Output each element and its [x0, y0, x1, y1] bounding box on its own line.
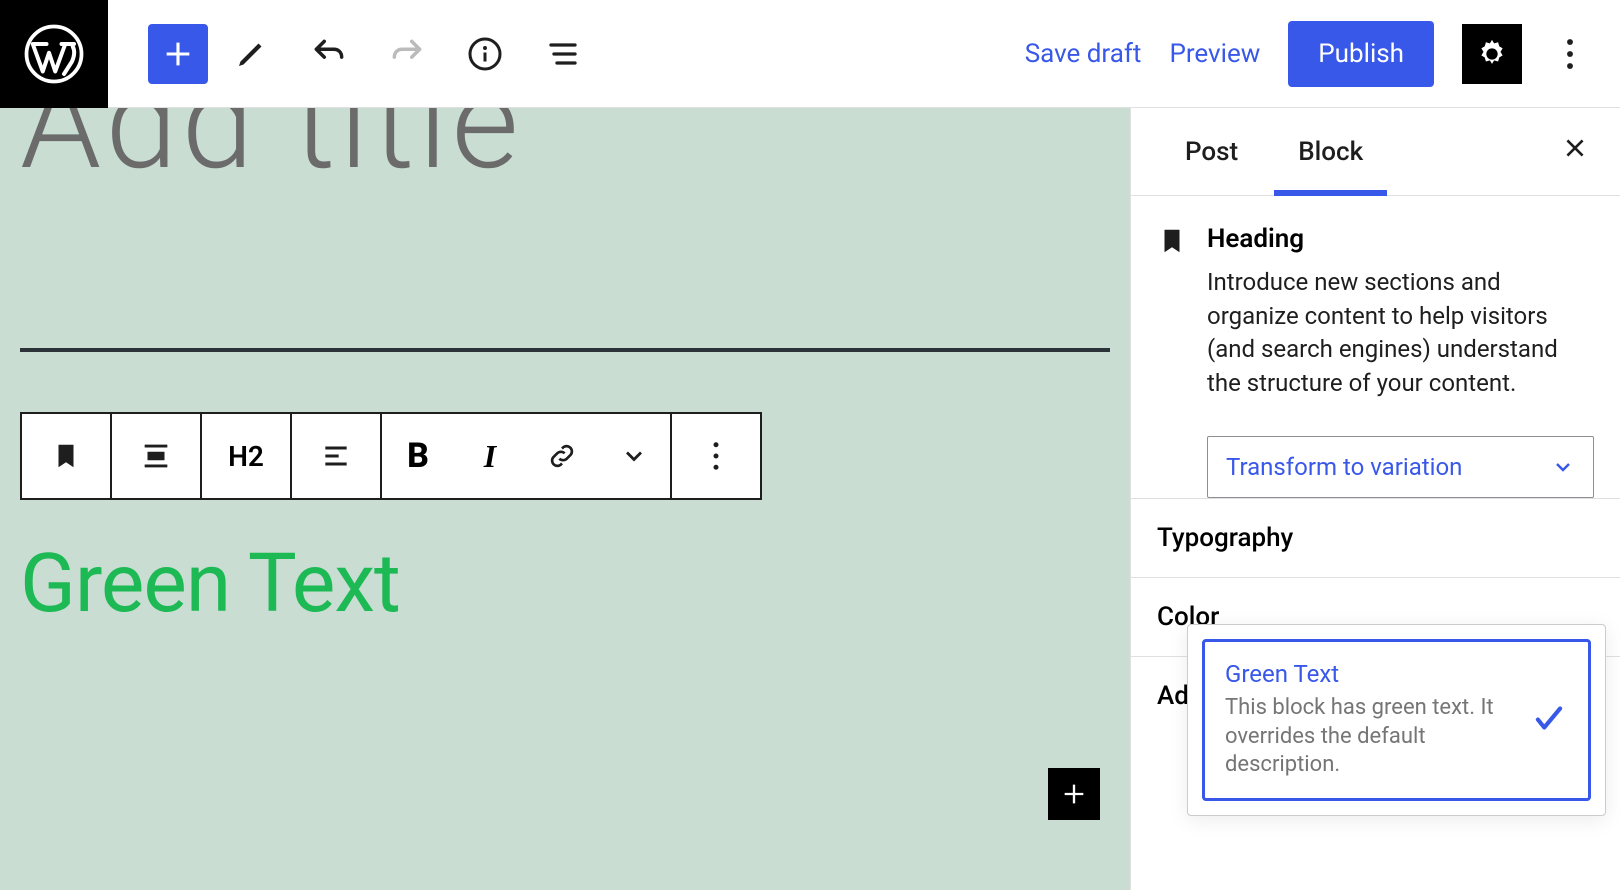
block-info-text: Heading Introduce new sections and organ…: [1207, 224, 1594, 400]
block-type-button[interactable]: [22, 414, 110, 498]
panel-typography-label: Typography: [1157, 523, 1293, 553]
kebab-icon: [1566, 37, 1574, 71]
link-icon: [546, 440, 578, 472]
panel-typography[interactable]: Typography: [1131, 498, 1620, 577]
sidebar-tabs: Post Block: [1131, 108, 1620, 196]
block-align-button[interactable]: [112, 414, 200, 498]
bold-button[interactable]: B: [382, 414, 454, 498]
info-icon: [467, 36, 503, 72]
variation-text: Green Text This block has green text. It…: [1225, 660, 1514, 780]
variation-dropdown-popover: Green Text This block has green text. It…: [1187, 624, 1606, 816]
block-type-icon-wrap: [1157, 224, 1187, 400]
chevron-down-icon: [1551, 455, 1575, 479]
pencil-icon: [233, 36, 269, 72]
more-options-button[interactable]: [1550, 24, 1590, 84]
kebab-icon: [712, 441, 720, 471]
bookmark-icon: [1157, 226, 1187, 256]
wordpress-icon: [24, 24, 84, 84]
bookmark-icon: [51, 441, 81, 471]
topbar-right-actions: Save draft Preview Publish: [1025, 21, 1620, 87]
gear-icon: [1475, 37, 1509, 71]
list-view-icon: [545, 36, 581, 72]
transform-label: Transform to variation: [1226, 453, 1462, 481]
document-info-button[interactable]: [450, 24, 520, 84]
more-formatting-button[interactable]: [598, 414, 670, 498]
variation-option-green-text[interactable]: Green Text This block has green text. It…: [1202, 639, 1591, 801]
editor-topbar: Save draft Preview Publish: [0, 0, 1620, 108]
tab-block[interactable]: Block: [1268, 108, 1393, 195]
variation-description: This block has green text. It overrides …: [1225, 694, 1514, 780]
publish-button[interactable]: Publish: [1288, 21, 1434, 87]
save-draft-button[interactable]: Save draft: [1025, 39, 1142, 69]
topbar-left-tools: [108, 24, 598, 84]
close-icon: [1562, 135, 1588, 161]
text-align-left-icon: [320, 440, 352, 472]
redo-icon: [388, 35, 426, 73]
variation-selected-check: [1530, 699, 1568, 741]
edit-tool-button[interactable]: [216, 24, 286, 84]
transform-variation-dropdown[interactable]: Transform to variation: [1207, 436, 1594, 498]
link-button[interactable]: [526, 414, 598, 498]
add-block-button[interactable]: [148, 24, 208, 84]
heading-block-content[interactable]: Green Text: [20, 536, 1110, 632]
redo-button: [372, 24, 442, 84]
settings-sidebar: Post Block Heading Introduce new section…: [1130, 108, 1620, 890]
plus-icon: [1060, 780, 1088, 808]
editor-main: Add title H2 B: [0, 108, 1620, 890]
title-divider: [20, 348, 1110, 352]
settings-button[interactable]: [1462, 24, 1522, 84]
block-name: Heading: [1207, 224, 1594, 254]
editor-canvas[interactable]: Add title H2 B: [0, 108, 1130, 890]
undo-button[interactable]: [294, 24, 364, 84]
tab-post[interactable]: Post: [1155, 108, 1268, 195]
align-center-icon: [139, 439, 173, 473]
block-description: Introduce new sections and organize cont…: [1207, 266, 1594, 400]
block-toolbar: H2 B I: [20, 412, 762, 500]
post-title-input[interactable]: Add title: [20, 108, 1110, 188]
check-icon: [1530, 699, 1568, 737]
preview-button[interactable]: Preview: [1169, 39, 1260, 69]
italic-button[interactable]: I: [454, 414, 526, 498]
heading-level-button[interactable]: H2: [202, 414, 290, 498]
block-info: Heading Introduce new sections and organ…: [1131, 196, 1620, 410]
insert-block-button[interactable]: [1048, 768, 1100, 820]
text-align-button[interactable]: [292, 414, 380, 498]
close-sidebar-button[interactable]: [1554, 127, 1596, 176]
wordpress-logo[interactable]: [0, 0, 108, 108]
block-more-button[interactable]: [672, 414, 760, 498]
chevron-down-icon: [620, 442, 648, 470]
undo-icon: [310, 35, 348, 73]
variation-title: Green Text: [1225, 660, 1514, 688]
list-view-button[interactable]: [528, 24, 598, 84]
plus-icon: [161, 37, 195, 71]
